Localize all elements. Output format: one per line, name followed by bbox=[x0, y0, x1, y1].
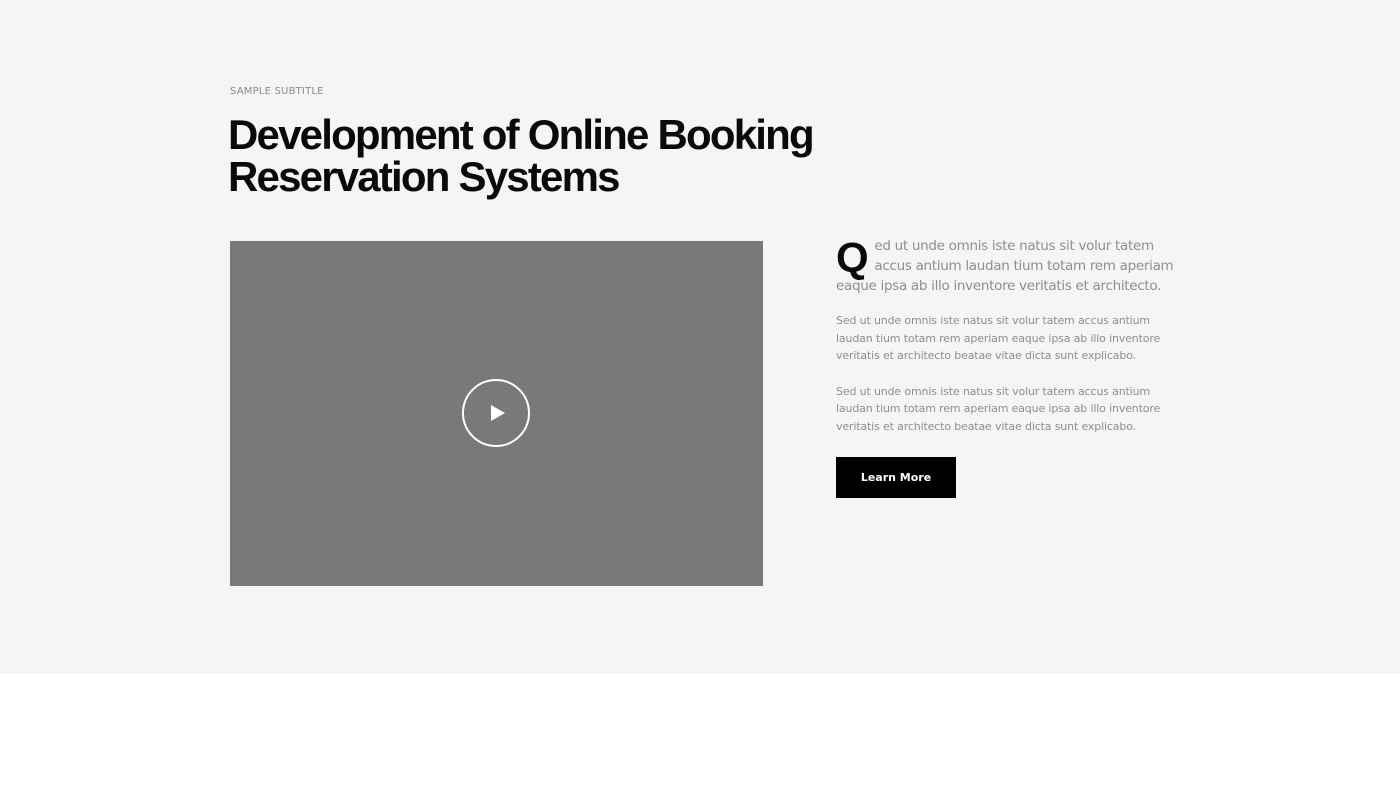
text-column: Qed ut unde omnis iste natus sit volur t… bbox=[836, 236, 1176, 498]
body-paragraph-2: Sed ut unde omnis iste natus sit volur t… bbox=[836, 384, 1161, 433]
lead-text: ed ut unde omnis iste natus sit volur ta… bbox=[836, 238, 1174, 294]
content-section: SAMPLE SUBTITLE Development of Online Bo… bbox=[0, 0, 1400, 674]
learn-more-button[interactable]: Learn More bbox=[836, 457, 956, 498]
section-subtitle: SAMPLE SUBTITLE bbox=[230, 86, 324, 97]
page-title: Development of Online Booking Reservatio… bbox=[228, 111, 815, 200]
play-icon bbox=[491, 405, 505, 421]
video-player[interactable] bbox=[230, 241, 763, 586]
body-paragraph-1: Sed ut unde omnis iste natus sit volur t… bbox=[836, 314, 1161, 362]
drop-cap: Q bbox=[836, 234, 869, 281]
play-button[interactable] bbox=[462, 379, 530, 447]
lead-paragraph: Qed ut unde omnis iste natus sit volur t… bbox=[836, 236, 1176, 296]
